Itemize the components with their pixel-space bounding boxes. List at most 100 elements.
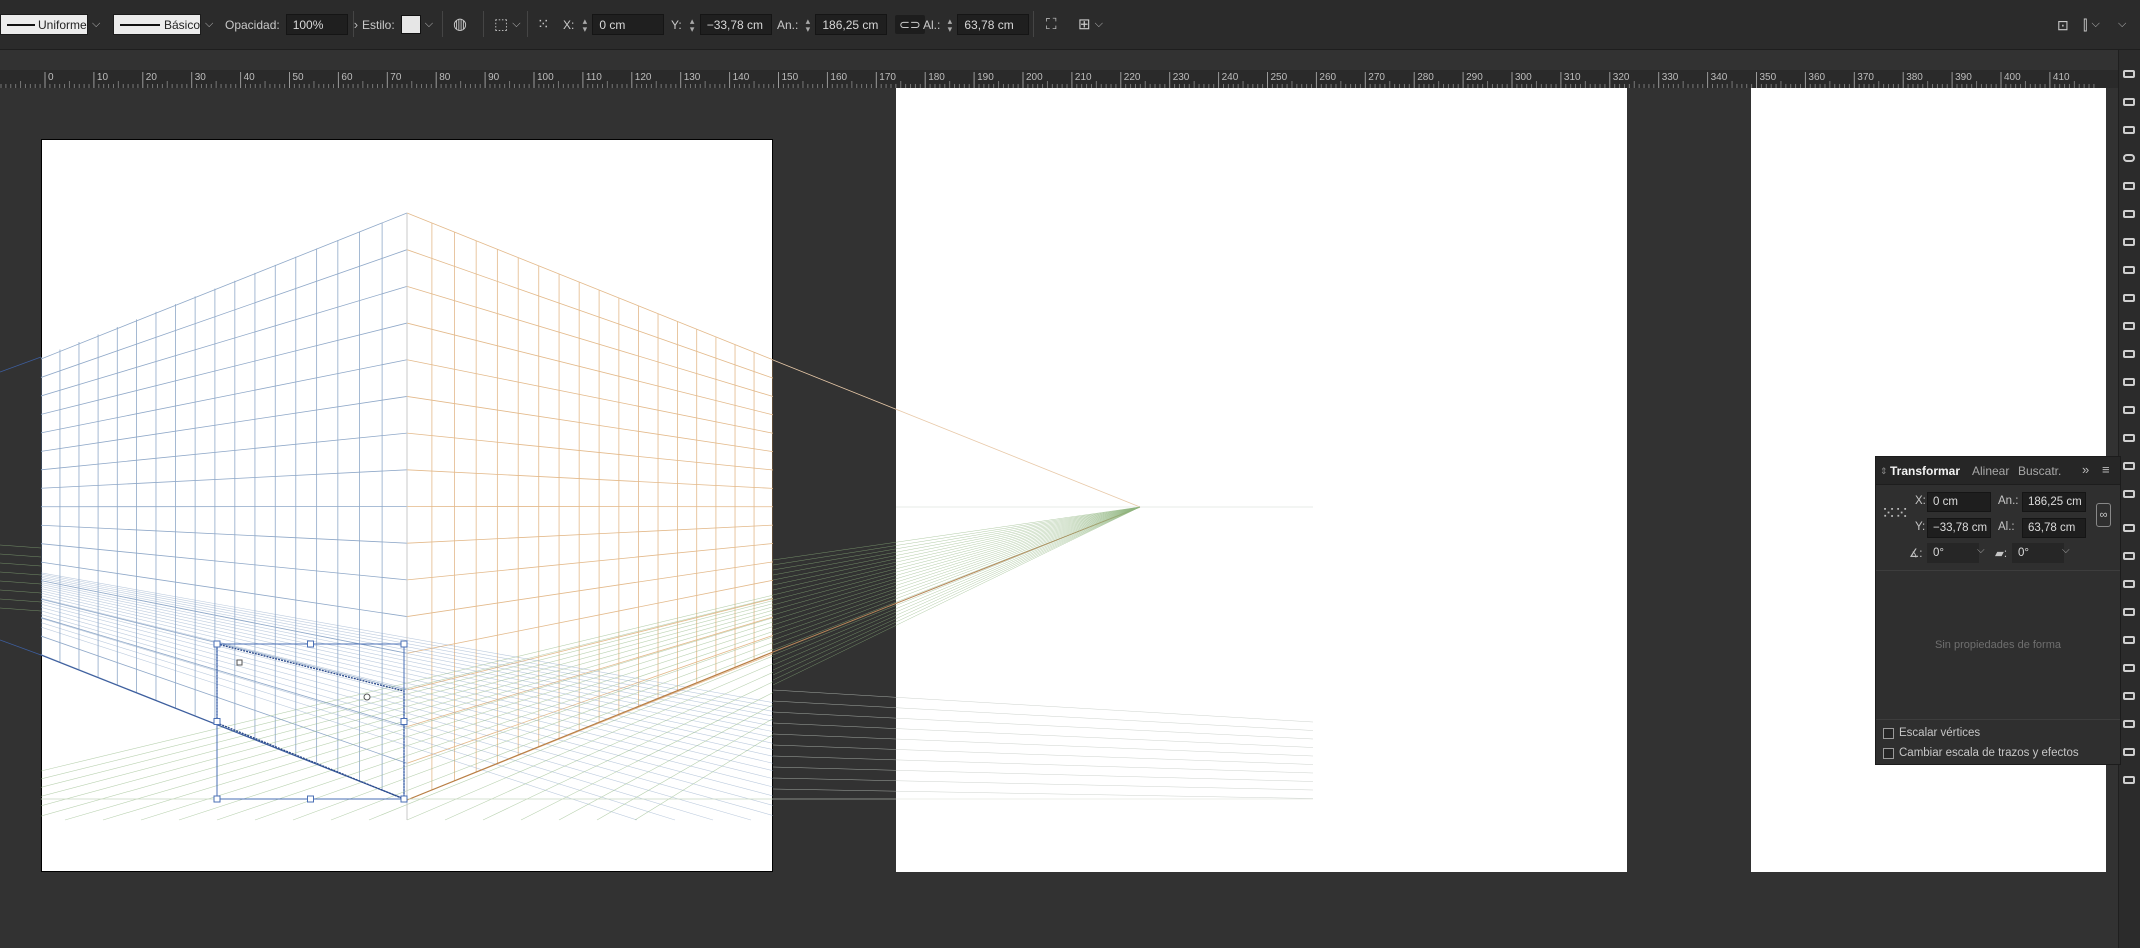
panel-menu-icon[interactable]: ≡ xyxy=(2102,462,2110,477)
stepper-icon[interactable]: ▴ ▾ xyxy=(688,16,697,33)
panel-width-input[interactable]: 186,25 cm xyxy=(2022,492,2086,512)
panel-icon[interactable] xyxy=(2123,580,2135,588)
y-input[interactable]: −33,78 cm xyxy=(699,14,772,35)
panel-icon[interactable] xyxy=(2123,636,2135,644)
ruler-tick-label: 220 xyxy=(1124,72,1141,83)
empty-shape-message: Sin propiedades de forma xyxy=(1935,639,2061,651)
opacity-input[interactable]: 100% xyxy=(285,14,348,35)
panel-y-input[interactable]: −33,78 cm xyxy=(1927,518,1991,538)
panel-icon[interactable] xyxy=(2123,70,2135,78)
panel-icon[interactable] xyxy=(2123,98,2135,106)
reference-point-button[interactable]: ⁙ xyxy=(537,13,550,36)
scale-strokes-checkbox[interactable] xyxy=(1883,748,1894,759)
collapse-arrows-icon[interactable]: ⇕ xyxy=(1880,466,1888,477)
chevron-right-icon[interactable]: › xyxy=(354,17,358,32)
panel-icon[interactable] xyxy=(2123,182,2135,190)
chevron-down-icon: ⌵ xyxy=(1094,18,1103,30)
rotate-icon: ∡: xyxy=(1909,548,1923,560)
stepper-icon[interactable]: ▴ ▾ xyxy=(580,16,589,33)
width-input[interactable]: 186,25 cm xyxy=(815,14,888,35)
panel-icon[interactable] xyxy=(2123,462,2135,470)
recolor-button[interactable]: ◍ xyxy=(453,13,467,36)
tab-pathfinder[interactable]: Buscatr. xyxy=(2018,464,2061,478)
ground-outside-line xyxy=(0,544,42,549)
chevron-down-icon[interactable]: ⌵ xyxy=(205,18,213,31)
stepper-icon[interactable]: ▴ ▾ xyxy=(803,16,812,33)
panel-icon[interactable] xyxy=(2123,294,2135,302)
artboard-1[interactable] xyxy=(41,139,773,872)
chevron-down-icon: ⌵ xyxy=(2091,18,2100,30)
arrange-documents-button[interactable]: ⊡ xyxy=(2057,13,2069,36)
divider xyxy=(527,11,528,37)
chevron-down-icon[interactable]: ⌵ xyxy=(2062,545,2070,556)
constrain-link-icon[interactable]: ∞ xyxy=(2096,503,2111,527)
workspace-menu-button[interactable]: ⫿ ⌵ xyxy=(2083,13,2100,36)
stroke-line-icon xyxy=(7,23,35,26)
constrain-proportions-button[interactable]: ⊂⊃ xyxy=(895,13,925,36)
opacity-label: Opacidad: xyxy=(225,17,280,32)
panel-icon[interactable] xyxy=(2123,266,2135,274)
height-input[interactable]: 63,78 cm xyxy=(957,14,1030,35)
width-label: An.: xyxy=(1998,495,2019,507)
brush-select[interactable]: Básico ⌵ xyxy=(113,13,213,36)
tab-transform[interactable]: Transformar xyxy=(1890,464,1960,478)
panel-icon[interactable] xyxy=(2123,776,2135,784)
style-swatch[interactable] xyxy=(400,15,421,34)
panel-icon[interactable] xyxy=(2123,154,2135,162)
scale-strokes-label: Cambiar escala de trazos y efectos xyxy=(1899,747,2079,759)
link-icon: ⊂⊃ xyxy=(895,15,925,34)
tab-align[interactable]: Alinear xyxy=(1972,464,2009,478)
chevron-down-icon: ⌵ xyxy=(2118,18,2127,30)
ruler-tick-label: 320 xyxy=(1613,72,1630,83)
ground-outside-line xyxy=(0,607,42,612)
artboard-2[interactable] xyxy=(896,88,1627,872)
transform-panel: ⇕ Transformar Alinear Buscatr. » ≡ ⁙⁙ X:… xyxy=(1875,456,2121,765)
chevron-down-icon[interactable]: ⌵ xyxy=(92,18,100,31)
ruler-tick-label: 410 xyxy=(2053,72,2070,83)
x-input[interactable]: 0 cm xyxy=(592,14,665,35)
expand-panels-icon[interactable]: » xyxy=(2082,462,2089,477)
ruler-tick-label: 390 xyxy=(1955,72,1972,83)
reference-point-icon[interactable]: ⁙⁙ xyxy=(1881,503,1909,524)
ruler-tick-label: 90 xyxy=(488,72,500,83)
horizontal-ruler[interactable]: 0 10 20 30 40 50 60 70 80 90 100 110 120 130 140 150 160… xyxy=(0,70,2118,88)
ruler-tick-label: 140 xyxy=(733,72,750,83)
shear-icon: ▰: xyxy=(1995,548,2008,560)
panel-icon[interactable] xyxy=(2123,664,2135,672)
chevron-down-icon[interactable]: ⌵ xyxy=(1977,545,1985,556)
scale-corners-checkbox[interactable] xyxy=(1883,728,1894,739)
workspace-icon: ⫿ xyxy=(2083,16,2088,33)
panel-icon[interactable] xyxy=(2123,126,2135,134)
stroke-profile-select[interactable]: Uniforme ⌵ xyxy=(0,13,100,36)
panel-shear-input[interactable]: 0° xyxy=(2012,543,2064,563)
panel-icon[interactable] xyxy=(2123,406,2135,414)
panel-icon[interactable] xyxy=(2123,748,2135,756)
chevron-down-icon[interactable]: ⌵ xyxy=(425,18,433,31)
ruler-tick-label: 160 xyxy=(830,72,847,83)
stepper-icon[interactable]: ▴ ▾ xyxy=(945,16,954,33)
panel-icon[interactable] xyxy=(2123,608,2135,616)
panel-height-input[interactable]: 63,78 cm xyxy=(2022,518,2086,538)
panel-icon[interactable] xyxy=(2123,434,2135,442)
panel-rotate-input[interactable]: 0° xyxy=(1927,543,1979,563)
panel-x-input[interactable]: 0 cm xyxy=(1927,492,1991,512)
panel-icon[interactable] xyxy=(2123,692,2135,700)
panel-icon[interactable] xyxy=(2123,238,2135,246)
divider xyxy=(353,11,354,37)
panel-icon[interactable] xyxy=(2123,210,2135,218)
control-bar-menu[interactable]: ⌵ xyxy=(2114,13,2126,36)
select-similar-button[interactable]: ⬚ ⌵ xyxy=(494,13,521,36)
panel-icon[interactable] xyxy=(2123,720,2135,728)
isolate-button[interactable]: ⊞ ⌵ xyxy=(1078,13,1103,36)
transform-each-button[interactable]: ⛶ xyxy=(1046,13,1057,36)
panel-icon[interactable] xyxy=(2123,350,2135,358)
ruler-tick-label: 270 xyxy=(1368,72,1385,83)
panel-icon[interactable] xyxy=(2123,524,2135,532)
ruler-tick-label: 300 xyxy=(1515,72,1532,83)
panel-icon[interactable] xyxy=(2123,490,2135,498)
panel-icon[interactable] xyxy=(2123,378,2135,386)
panel-icon[interactable] xyxy=(2123,552,2135,560)
panel-icon[interactable] xyxy=(2123,322,2135,330)
ruler-tick-label: 110 xyxy=(586,72,602,83)
divider xyxy=(1876,719,2120,720)
